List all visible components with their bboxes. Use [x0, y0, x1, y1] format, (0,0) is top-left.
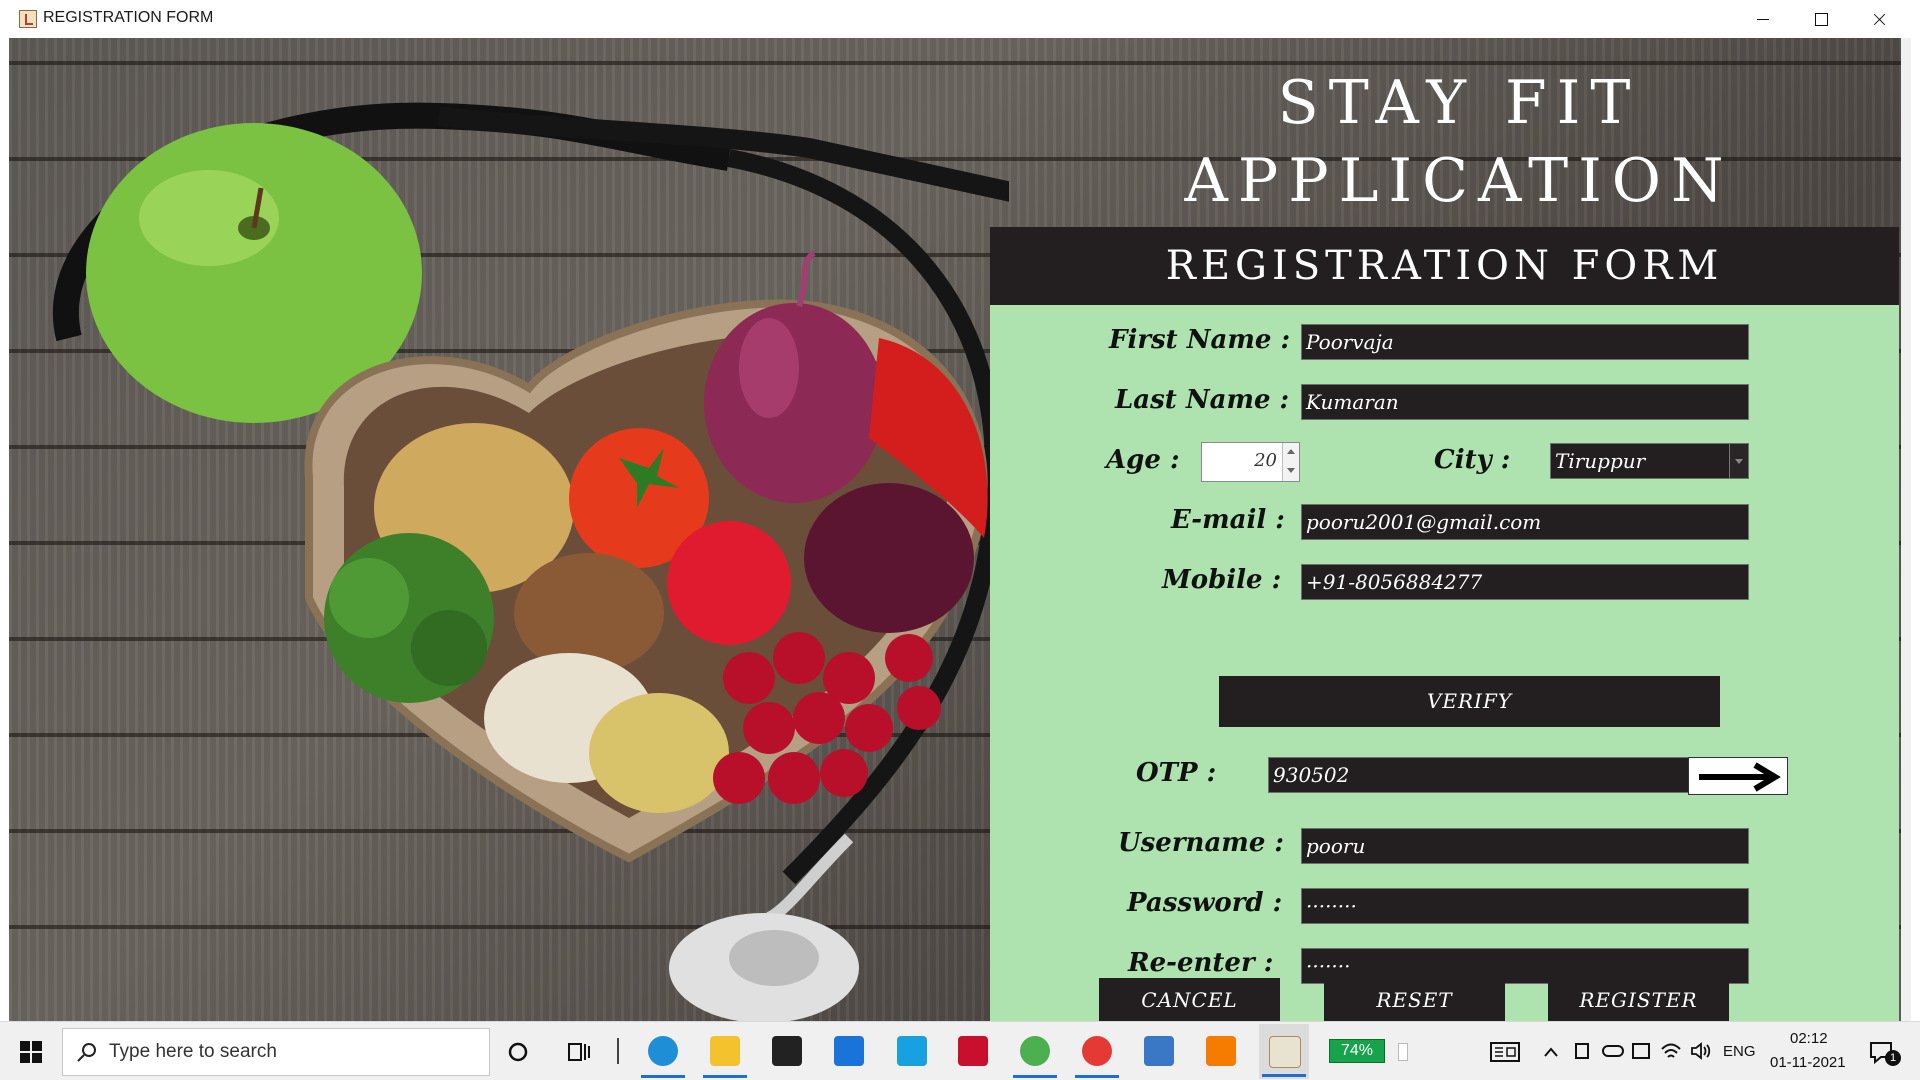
edge-icon[interactable] [648, 1036, 678, 1066]
java-taskbar-active[interactable] [1259, 1024, 1309, 1079]
username-label: Username : [1118, 828, 1285, 858]
last-name-label: Last Name : [1115, 385, 1290, 415]
chevron-up-icon[interactable] [1543, 1046, 1559, 1058]
file-explorer-icon[interactable] [710, 1036, 740, 1066]
maximize-button[interactable] [1792, 0, 1850, 38]
chrome-running-indicator [1013, 1075, 1057, 1078]
notification-badge: 1 [1885, 1050, 1901, 1066]
headline-stay-fit: STAY FIT [1277, 68, 1641, 138]
virtualbox-icon[interactable] [1144, 1036, 1174, 1066]
orange-app-icon[interactable] [1206, 1036, 1236, 1066]
otp-field[interactable]: 930502 [1268, 757, 1689, 793]
app-content: STAY FIT APPLICATION REGISTRATION FORM F… [9, 38, 1910, 1021]
task-view-icon[interactable] [567, 1040, 591, 1064]
spinner-down-icon[interactable] [1287, 468, 1295, 473]
city-value: Tiruppur [1555, 449, 1646, 473]
cancel-button[interactable]: CANCEL [1099, 978, 1280, 1021]
otp-submit-button[interactable] [1688, 757, 1788, 795]
password-field[interactable]: ········ [1301, 888, 1749, 924]
first-name-label: First Name : [1109, 325, 1291, 355]
windows-start-icon[interactable] [20, 1041, 42, 1063]
healthy-food-image [52, 102, 1009, 1021]
password-label: Password : [1127, 888, 1283, 918]
age-label: Age : [1106, 445, 1180, 475]
search-icon [77, 1043, 96, 1062]
chrome-profile-icon[interactable] [1082, 1036, 1112, 1066]
wifi-icon[interactable] [1660, 1041, 1682, 1061]
email-label: E-mail : [1171, 505, 1285, 535]
arrow-right-icon [1699, 762, 1781, 792]
chrome-profile-running-indicator [1075, 1075, 1119, 1078]
java-running-indicator [1262, 1074, 1306, 1077]
reenter-label: Re-enter : [1128, 948, 1274, 978]
headline-application: APPLICATION [1184, 146, 1734, 216]
search-placeholder: Type here to search [109, 1041, 277, 1062]
mobile-label: Mobile : [1162, 565, 1282, 595]
spinner-up-icon[interactable] [1287, 449, 1295, 454]
device-icon[interactable] [1575, 1043, 1589, 1059]
cortana-icon[interactable] [507, 1041, 529, 1063]
mail-icon[interactable] [834, 1036, 864, 1066]
age-spinner[interactable]: 20 [1201, 442, 1300, 482]
java-app-icon [19, 10, 37, 28]
java-icon [1269, 1036, 1301, 1068]
window-right-edge [1901, 38, 1911, 1021]
window-title-bar: REGISTRATION FORM [0, 0, 1920, 38]
file-explorer-running-indicator [703, 1075, 747, 1078]
news-widget-icon[interactable] [1490, 1042, 1520, 1062]
register-button[interactable]: REGISTER [1548, 978, 1729, 1021]
display-icon[interactable] [1632, 1043, 1650, 1059]
onedrive-icon[interactable] [1602, 1045, 1624, 1057]
city-combobox[interactable]: Tiruppur [1550, 443, 1749, 479]
chrome-icon[interactable] [1020, 1036, 1050, 1066]
store-icon[interactable] [772, 1036, 802, 1066]
mobile-field[interactable]: +91-8056884277 [1301, 564, 1749, 600]
app-l-icon[interactable] [897, 1036, 927, 1066]
minimize-button[interactable] [1734, 0, 1792, 38]
edge-running-indicator [641, 1075, 685, 1078]
close-button[interactable] [1850, 0, 1908, 38]
form-title: REGISTRATION FORM [990, 227, 1899, 305]
age-spinner-arrows[interactable] [1282, 443, 1299, 481]
mcafee-icon[interactable] [958, 1036, 988, 1066]
taskbar-search-box[interactable]: Type here to search [62, 1028, 490, 1076]
taskbar: Type here to search 74% ENG 02:12 01-11-… [0, 1021, 1920, 1080]
city-label: City : [1434, 445, 1511, 475]
plug-icon [1398, 1043, 1408, 1061]
volume-icon[interactable] [1690, 1041, 1712, 1061]
taskbar-separator [617, 1038, 619, 1064]
language-indicator[interactable]: ENG [1723, 1043, 1756, 1060]
battery-indicator[interactable]: 74% [1329, 1039, 1385, 1063]
first-name-field[interactable]: Poorvaja [1301, 324, 1749, 360]
chevron-down-icon[interactable] [1729, 444, 1748, 478]
reset-button[interactable]: RESET [1324, 978, 1505, 1021]
username-field[interactable]: pooru [1301, 828, 1749, 864]
age-value: 20 [1254, 450, 1277, 471]
verify-button[interactable]: VERIFY [1219, 676, 1720, 727]
clock-date[interactable]: 01-11-2021 [1770, 1054, 1846, 1071]
window-title: REGISTRATION FORM [43, 9, 214, 26]
last-name-field[interactable]: Kumaran [1301, 384, 1749, 420]
clock-time[interactable]: 02:12 [1790, 1030, 1828, 1047]
otp-label: OTP : [1136, 758, 1217, 788]
registration-form-panel: REGISTRATION FORM First Name : Poorvaja … [990, 227, 1899, 1021]
email-field[interactable]: pooru2001@gmail.com [1301, 504, 1749, 540]
